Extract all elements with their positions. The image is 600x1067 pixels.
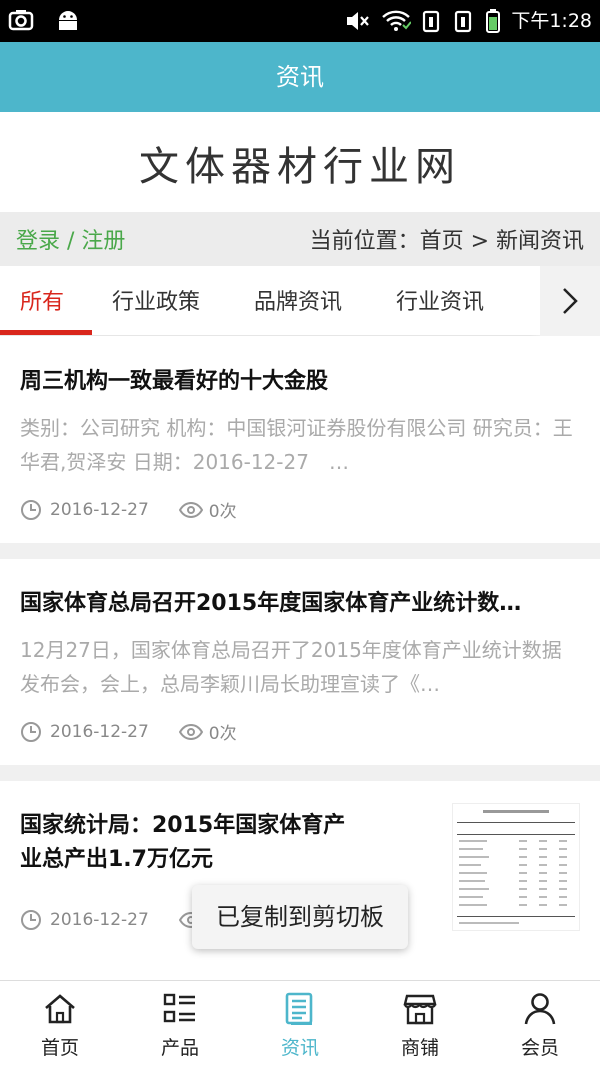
sim1-signal-icon	[423, 10, 440, 33]
nav-news[interactable]: 资讯	[240, 981, 360, 1067]
news-item[interactable]: 周三机构一致最看好的十大金股 类别：公司研究 机构：中国银河证券股份有限公司 研…	[0, 337, 600, 543]
nav-stores[interactable]: 商铺	[360, 981, 480, 1067]
login-register-link[interactable]: 登录 / 注册	[16, 223, 125, 255]
nav-member[interactable]: 会员	[480, 981, 600, 1067]
clock-icon	[21, 910, 41, 930]
news-date: 2016-12-27	[50, 499, 149, 520]
divider	[0, 543, 600, 559]
table-thumbnail-image	[453, 804, 579, 930]
nav-home-label: 首页	[40, 1037, 79, 1059]
mute-icon	[347, 12, 370, 30]
status-bar: 下午1:28	[0, 0, 600, 42]
list-icon	[163, 993, 195, 1023]
news-meta: 2016-12-27 0次	[20, 497, 237, 522]
news-summary: 类别：公司研究 机构：中国银河证券股份有限公司 研究员：王华君,贺泽安 日期：2…	[20, 416, 573, 474]
title-bar: 资讯	[0, 42, 600, 112]
news-views: 0次	[208, 724, 237, 744]
news-title-line-1[interactable]: 国家统计局：2015年国家体育产	[20, 807, 420, 839]
news-item[interactable]: 国家体育总局召开2015年度国家体育产业统计数… 12月27日，国家体育总局召开…	[0, 559, 600, 765]
clock: 下午1:28	[511, 10, 592, 32]
news-views: 0次	[208, 502, 237, 522]
location-bar: 登录 / 注册 当前位置：首页 > 新闻资讯	[0, 212, 600, 266]
news-title[interactable]: 国家体育总局召开2015年度国家体育产业统计数…	[20, 585, 580, 617]
bottom-nav: 首页 产品 资讯 商铺 会员	[0, 980, 600, 1067]
nav-products[interactable]: 产品	[120, 981, 240, 1067]
nav-news-label: 资讯	[280, 1037, 319, 1059]
category-tabs: 所有 行业政策 品牌资讯 行业资讯	[0, 266, 600, 336]
news-date: 2016-12-27	[50, 721, 149, 742]
user-icon	[524, 993, 556, 1025]
site-name: 文体器材行业网	[139, 144, 461, 190]
news-title[interactable]: 周三机构一致最看好的十大金股	[20, 363, 580, 395]
news-thumbnail[interactable]	[452, 803, 580, 931]
active-tab-indicator	[0, 330, 92, 335]
toast-text: 已复制到剪切板	[216, 903, 384, 931]
sim2-signal-icon	[455, 10, 472, 33]
clock-icon	[21, 721, 41, 742]
battery-icon	[486, 9, 501, 33]
article-icon	[285, 992, 313, 1025]
android-icon	[59, 11, 77, 30]
store-icon	[403, 994, 437, 1025]
nav-stores-label: 商铺	[400, 1037, 439, 1059]
nav-products-label: 产品	[160, 1037, 199, 1059]
breadcrumb: 当前位置：首页 > 新闻资讯	[309, 229, 584, 254]
home-icon	[45, 994, 75, 1024]
chevron-right-icon	[563, 288, 578, 314]
news-meta: 2016-12-27 0次	[20, 719, 237, 744]
tab-brand-news[interactable]: 品牌资讯	[254, 284, 342, 316]
eye-icon	[178, 501, 203, 518]
screenshot-icon	[8, 10, 34, 31]
page-title: 资讯	[276, 63, 324, 91]
eye-icon	[178, 723, 203, 740]
copied-toast: 已复制到剪切板	[192, 885, 408, 949]
tab-industry-news[interactable]: 行业资讯	[396, 284, 484, 316]
news-date: 2016-12-27	[50, 910, 149, 930]
tab-industry-policy[interactable]: 行业政策	[112, 284, 200, 316]
nav-member-label: 会员	[520, 1037, 559, 1059]
news-summary: 12月27日，国家体育总局召开了2015年度体育产业统计数据发布会，会上，总局李…	[20, 638, 562, 696]
tab-all[interactable]: 所有	[20, 284, 64, 316]
site-banner: 文体器材行业网	[0, 112, 600, 212]
wifi-icon	[382, 10, 412, 31]
divider	[0, 765, 600, 781]
tab-scroll-button[interactable]	[540, 266, 600, 336]
news-title-line-2[interactable]: 业总产出1.7万亿元	[20, 841, 420, 873]
nav-home[interactable]: 首页	[0, 981, 120, 1067]
news-meta: 2016-12-27	[20, 909, 203, 931]
clock-icon	[21, 499, 41, 520]
